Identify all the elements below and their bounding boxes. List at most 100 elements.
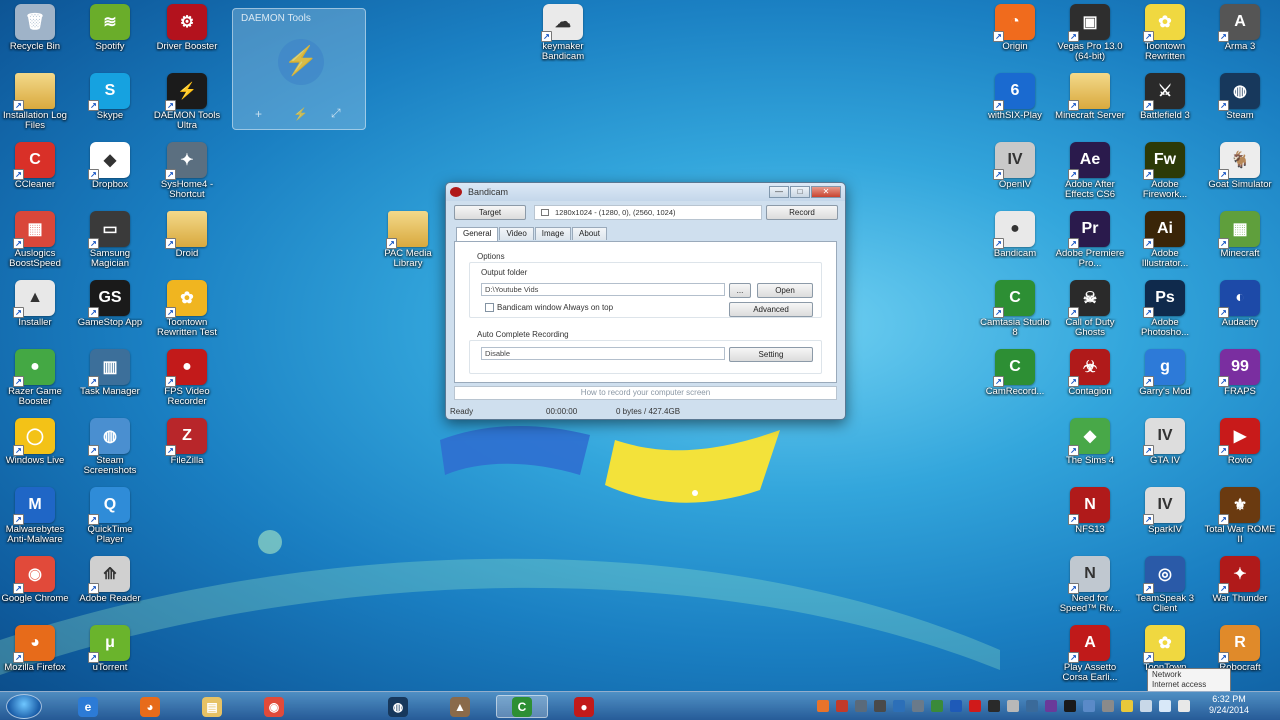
desktop-shortcut[interactable]: ↗ PAC Media Library	[373, 211, 443, 277]
desktop-shortcut[interactable]: Q ↗ QuickTime Player	[75, 487, 145, 553]
tray-tool-icon[interactable]	[855, 700, 867, 712]
desktop-shortcut[interactable]: A ↗ Arma 3	[1205, 4, 1275, 70]
desktop-shortcut[interactable]: Ai ↗ Adobe Illustrator...	[1130, 211, 1200, 277]
desktop-shortcut[interactable]: ▦ ↗ Auslogics BoostSpeed	[0, 211, 70, 277]
taskbar-button[interactable]: e	[62, 695, 114, 718]
tray-app2-icon[interactable]	[1045, 700, 1057, 712]
daemon-tools-gadget[interactable]: DAEMON Tools ⚡ + ⚡ ⤢	[232, 8, 366, 130]
tray-app3-icon[interactable]	[1064, 700, 1076, 712]
tray-utorrent-icon[interactable]	[931, 700, 943, 712]
tab-image[interactable]: Image	[534, 227, 572, 240]
tab-general[interactable]: General	[456, 227, 499, 241]
lightning-icon[interactable]: ⚡	[278, 39, 324, 85]
system-clock[interactable]: 6:32 PM 9/24/2014	[1198, 694, 1260, 716]
record-button[interactable]: Record	[766, 205, 838, 220]
tray-monitor-icon[interactable]	[912, 700, 924, 712]
desktop-shortcut[interactable]: ⚜ ↗ Total War ROME II	[1205, 487, 1275, 553]
desktop-shortcut[interactable]: ▶ ↗ Rovio	[1205, 418, 1275, 484]
desktop-shortcut[interactable]: ◍ ↗ Steam	[1205, 73, 1275, 139]
desktop-shortcut[interactable]: ◆ ↗ Dropbox	[75, 142, 145, 208]
desktop-shortcut[interactable]: A ↗ Play Assetto Corsa Earli...	[1055, 625, 1125, 691]
desktop-shortcut[interactable]: IV ↗ GTA IV	[1130, 418, 1200, 484]
desktop-shortcut[interactable]: C ↗ CCleaner	[0, 142, 70, 208]
desktop-shortcut[interactable]: ● ↗ Bandicam	[980, 211, 1050, 277]
desktop-shortcut[interactable]: ↗ Droid	[152, 211, 222, 277]
auto-complete-setting-button[interactable]: Setting	[729, 347, 813, 362]
desktop-shortcut[interactable]: ● ↗ Razer Game Booster	[0, 349, 70, 415]
desktop-shortcut[interactable]: M ↗ Malwarebytes Anti-Malware	[0, 487, 70, 553]
taskbar-button[interactable]: ●	[558, 695, 610, 718]
desktop-shortcut[interactable]: ✿ ↗ Toontown Rewritten Test	[152, 280, 222, 346]
tray-steam-icon[interactable]	[874, 700, 886, 712]
desktop-shortcut[interactable]: ◉ ↗ Google Chrome	[0, 556, 70, 622]
tray-security-icon[interactable]	[969, 700, 981, 712]
desktop-shortcut[interactable]: ◆ ↗ The Sims 4	[1055, 418, 1125, 484]
desktop-shortcut[interactable]: 6 ↗ withSIX-Play	[980, 73, 1050, 139]
advanced-button[interactable]: Advanced	[729, 302, 813, 317]
desktop-shortcut[interactable]: IV ↗ OpenIV	[980, 142, 1050, 208]
desktop-shortcut[interactable]: μ ↗ uTorrent	[75, 625, 145, 691]
desktop-shortcut[interactable]: ◯ ↗ Windows Live	[0, 418, 70, 484]
desktop-shortcut[interactable]: ◎ ↗ TeamSpeak 3 Client	[1130, 556, 1200, 622]
desktop-shortcut[interactable]: Ae ↗ Adobe After Effects CS6	[1055, 142, 1125, 208]
desktop-shortcut[interactable]: ▲ ↗ Installer	[0, 280, 70, 346]
tray-network-icon[interactable]	[1026, 700, 1038, 712]
tray-app-icon[interactable]	[817, 700, 829, 712]
maximize-button[interactable]: □	[790, 186, 810, 198]
tab-video[interactable]: Video	[499, 227, 534, 240]
browse-button[interactable]: ...	[729, 283, 751, 298]
desktop-shortcut[interactable]: ✿ ↗ Toontown Rewritten	[1130, 4, 1200, 70]
output-folder-input[interactable]: D:\Youtube Vids	[481, 283, 725, 296]
taskbar-button[interactable]: ◍	[372, 695, 424, 718]
desktop-shortcut[interactable]: 🗑 Recycle Bin	[0, 4, 70, 70]
desktop-shortcut[interactable]: N ↗ NFS13	[1055, 487, 1125, 553]
desktop-shortcut[interactable]: S ↗ Skype	[75, 73, 145, 139]
tray-skype-icon[interactable]	[893, 700, 905, 712]
taskbar-button[interactable]: C	[496, 695, 548, 718]
taskbar-button[interactable]: ◕	[124, 695, 176, 718]
desktop-shortcut[interactable]: ⟰ ↗ Adobe Reader	[75, 556, 145, 622]
tray-bandicam-icon[interactable]	[836, 700, 848, 712]
taskbar-button[interactable]: ▤	[186, 695, 238, 718]
tray-dropbox-icon[interactable]	[950, 700, 962, 712]
gadget-lightning-button[interactable]: ⚡	[293, 107, 308, 121]
desktop-shortcut[interactable]: ✦ ↗ War Thunder	[1205, 556, 1275, 622]
tray-app5-icon[interactable]	[1102, 700, 1114, 712]
close-button[interactable]: ✕	[811, 186, 841, 198]
desktop-shortcut[interactable]: 99 ↗ FRAPS	[1205, 349, 1275, 415]
desktop-shortcut[interactable]: ↗ Minecraft Server	[1055, 73, 1125, 139]
desktop-shortcut[interactable]: IV ↗ SparkIV	[1130, 487, 1200, 553]
desktop-shortcut[interactable]: ⚙ Driver Booster	[152, 4, 222, 70]
gadget-tools-button[interactable]: ⤢	[331, 106, 341, 121]
start-button[interactable]	[6, 694, 42, 719]
desktop-shortcut[interactable]: C ↗ Camtasia Studio 8	[980, 280, 1050, 346]
taskbar-button[interactable]: ◉	[248, 695, 300, 718]
desktop-shortcut[interactable]: C ↗ CamRecord...	[980, 349, 1050, 415]
target-button[interactable]: Target	[454, 205, 526, 220]
desktop-shortcut[interactable]: ▣ ↗ Vegas Pro 13.0 (64-bit)	[1055, 4, 1125, 70]
desktop-shortcut[interactable]: ⚡ ↗ DAEMON Tools Ultra	[152, 73, 222, 139]
desktop-shortcut[interactable]: ↗ Installation Log Files	[0, 73, 70, 139]
desktop-shortcut[interactable]: Z ↗ FileZilla	[152, 418, 222, 484]
taskbar-button[interactable]: ▲	[434, 695, 486, 718]
desktop-shortcut[interactable]: ▭ ↗ Samsung Magician	[75, 211, 145, 277]
desktop-shortcut[interactable]: ◍ ↗ Steam Screenshots	[75, 418, 145, 484]
desktop-shortcut[interactable]: ◔ ↗ Origin	[980, 4, 1050, 70]
desktop-shortcut[interactable]: ≋ Spotify	[75, 4, 145, 70]
desktop-shortcut[interactable]: ▥ ↗ Task Manager	[75, 349, 145, 415]
desktop-shortcut[interactable]: ☠ ↗ Call of Duty Ghosts	[1055, 280, 1125, 346]
volume-icon[interactable]	[1178, 700, 1190, 712]
desktop-shortcut[interactable]: Fw ↗ Adobe Firework...	[1130, 142, 1200, 208]
tab-about[interactable]: About	[572, 227, 607, 240]
desktop-shortcut[interactable]: Pr ↗ Adobe Premiere Pro...	[1055, 211, 1125, 277]
how-to-link[interactable]: How to record your computer screen	[454, 386, 837, 400]
desktop-shortcut[interactable]: ▦ ↗ Minecraft	[1205, 211, 1275, 277]
tray-app6-icon[interactable]	[1121, 700, 1133, 712]
always-on-top-checkbox[interactable]	[485, 303, 494, 312]
resolution-field[interactable]: 1280x1024 - (1280, 0), (2560, 1024)	[534, 205, 762, 220]
desktop-shortcut[interactable]: N ↗ Need for Speed™ Riv...	[1055, 556, 1125, 622]
desktop-shortcut[interactable]: Ps ↗ Adobe Photosho...	[1130, 280, 1200, 346]
desktop-shortcut[interactable]: ✦ ↗ SysHome4 - Shortcut	[152, 142, 222, 208]
desktop-shortcut[interactable]: ☁ ↗ keymaker Bandicam	[528, 4, 598, 70]
tray-display-icon[interactable]	[988, 700, 1000, 712]
